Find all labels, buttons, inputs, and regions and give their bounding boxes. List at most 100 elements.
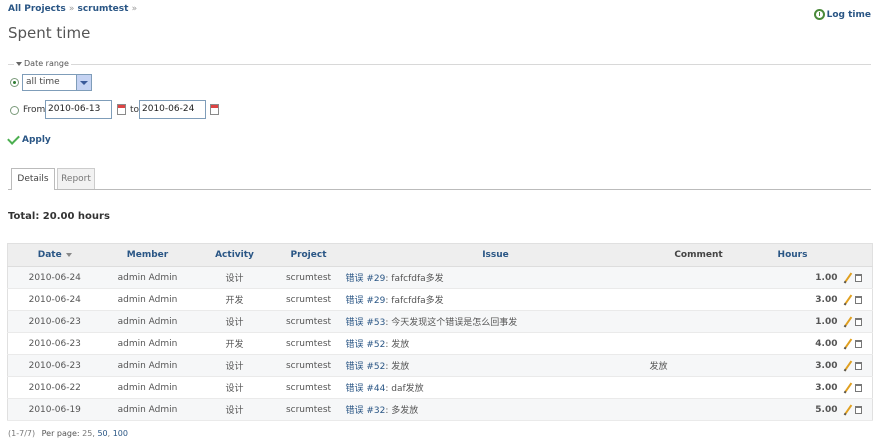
period-type-radio-preset[interactable] <box>10 78 19 87</box>
issue-tracker-link[interactable]: 错误 <box>346 340 364 350</box>
table-header-row: Date Member Activity Project Issue Comme… <box>7 243 873 267</box>
cell-date: 2010-06-24 <box>7 288 102 311</box>
pagination-range: (1-7/7) <box>8 429 36 438</box>
period-select-value: all time <box>26 77 60 87</box>
cell-issue: 错误 #29: fafcfdfa多发 <box>341 266 650 289</box>
cell-date: 2010-06-23 <box>7 354 102 377</box>
date-range-fieldset <box>8 64 871 65</box>
date-range-legend-label: Date range <box>24 59 69 68</box>
issue-number-link[interactable]: #52 <box>366 362 385 372</box>
cell-issue: 错误 #29: fafcfdfa多发 <box>341 288 650 311</box>
to-label: to <box>130 105 140 115</box>
per-page-option-50[interactable]: 50 <box>97 429 107 438</box>
pagination: (1-7/7) Per page: 25, 50, 100 <box>8 429 128 438</box>
issue-tracker-link[interactable]: 错误 <box>346 384 364 394</box>
issue-number-link[interactable]: #44 <box>366 384 385 394</box>
period-select[interactable]: all time <box>22 74 92 91</box>
tab-report[interactable]: Report <box>57 168 95 189</box>
table-row: 2010-06-24 admin Admin 设计 scrumtest 错误 #29: … <box>7 266 873 289</box>
to-date-input[interactable]: 2010-06-24 <box>139 100 206 119</box>
issue-tracker-link[interactable]: 错误 <box>346 362 364 372</box>
edit-pencil-icon[interactable] <box>843 294 853 305</box>
cell-project: scrumtest <box>275 310 342 333</box>
column-header-date[interactable]: Date <box>7 243 102 267</box>
delete-trash-icon[interactable] <box>855 273 863 282</box>
tab-details[interactable]: Details <box>11 168 55 190</box>
table-row: 2010-06-23 admin Admin 开发 scrumtest 错误 #52: … <box>7 332 873 355</box>
per-page-option-100[interactable]: 100 <box>113 429 128 438</box>
issue-tracker-link[interactable]: 错误 <box>346 274 364 284</box>
from-calendar-icon[interactable] <box>117 104 126 115</box>
issue-number-link[interactable]: #29 <box>366 296 385 306</box>
from-date-input[interactable]: 2010-06-13 <box>45 100 112 119</box>
delete-trash-icon[interactable] <box>855 295 863 304</box>
cell-comment <box>649 332 748 355</box>
issue-tracker-link[interactable]: 错误 <box>346 296 364 306</box>
date-range-legend[interactable]: Date range <box>14 59 71 68</box>
cell-date: 2010-06-24 <box>7 266 102 289</box>
cell-actions <box>837 376 873 399</box>
issue-subject: : 多发放 <box>385 406 419 416</box>
cell-date: 2010-06-23 <box>7 310 102 333</box>
edit-pencil-icon[interactable] <box>843 360 853 371</box>
cell-project: scrumtest <box>275 266 342 289</box>
column-header-project[interactable]: Project <box>275 243 342 267</box>
chevron-down-icon <box>76 75 91 90</box>
checkmark-icon <box>7 132 20 145</box>
log-time-link[interactable]: Log time <box>813 9 871 20</box>
to-calendar-icon[interactable] <box>210 104 219 115</box>
apply-button[interactable]: Apply <box>7 132 51 145</box>
issue-number-link[interactable]: #29 <box>366 274 385 284</box>
cell-member: admin Admin <box>101 310 194 333</box>
delete-trash-icon[interactable] <box>855 405 863 414</box>
cell-activity: 设计 <box>193 266 276 289</box>
issue-number-link[interactable]: #52 <box>366 340 385 350</box>
edit-pencil-icon[interactable] <box>843 404 853 415</box>
breadcrumb-all-projects[interactable]: All Projects <box>8 4 66 14</box>
page-title: Spent time <box>8 24 91 42</box>
column-header-activity[interactable]: Activity <box>193 243 276 267</box>
edit-pencil-icon[interactable] <box>843 338 853 349</box>
tab-bar <box>8 189 871 190</box>
column-header-comment: Comment <box>649 243 748 267</box>
cell-project: scrumtest <box>275 354 342 377</box>
cell-member: admin Admin <box>101 398 194 421</box>
column-header-issue[interactable]: Issue <box>341 243 650 267</box>
cell-activity: 设计 <box>193 354 276 377</box>
cell-date: 2010-06-19 <box>7 398 102 421</box>
cell-hours: 3.00 <box>747 354 838 377</box>
cell-member: admin Admin <box>101 288 194 311</box>
cell-actions <box>837 266 873 289</box>
cell-hours: 1.00 <box>747 266 838 289</box>
column-header-hours[interactable]: Hours <box>747 243 838 267</box>
edit-pencil-icon[interactable] <box>843 272 853 283</box>
breadcrumb-project[interactable]: scrumtest <box>77 4 128 14</box>
edit-pencil-icon[interactable] <box>843 382 853 393</box>
issue-number-link[interactable]: #32 <box>366 406 385 416</box>
cell-actions <box>837 354 873 377</box>
issue-tracker-link[interactable]: 错误 <box>346 318 364 328</box>
issue-number-link[interactable]: #53 <box>366 318 385 328</box>
delete-trash-icon[interactable] <box>855 317 863 326</box>
delete-trash-icon[interactable] <box>855 361 863 370</box>
cell-project: scrumtest <box>275 332 342 355</box>
breadcrumb: All Projects » scrumtest » <box>8 4 137 14</box>
table-row: 2010-06-19 admin Admin 设计 scrumtest 错误 #32: … <box>7 398 873 421</box>
cell-comment <box>649 310 748 333</box>
edit-pencil-icon[interactable] <box>843 316 853 327</box>
cell-comment: 发放 <box>649 354 748 377</box>
issue-subject: : 发放 <box>385 362 410 372</box>
from-label: From <box>23 105 46 115</box>
cell-hours: 1.00 <box>747 310 838 333</box>
cell-issue: 错误 #44: daf发放 <box>341 376 650 399</box>
delete-trash-icon[interactable] <box>855 383 863 392</box>
period-type-radio-range[interactable] <box>10 106 19 115</box>
cell-date: 2010-06-22 <box>7 376 102 399</box>
delete-trash-icon[interactable] <box>855 339 863 348</box>
issue-tracker-link[interactable]: 错误 <box>346 406 364 416</box>
column-header-member[interactable]: Member <box>101 243 194 267</box>
collapse-triangle-icon <box>16 61 22 66</box>
time-entries-table: Date Member Activity Project Issue Comme… <box>7 243 873 421</box>
cell-member: admin Admin <box>101 354 194 377</box>
table-row: 2010-06-23 admin Admin 设计 scrumtest 错误 #52: … <box>7 354 873 377</box>
